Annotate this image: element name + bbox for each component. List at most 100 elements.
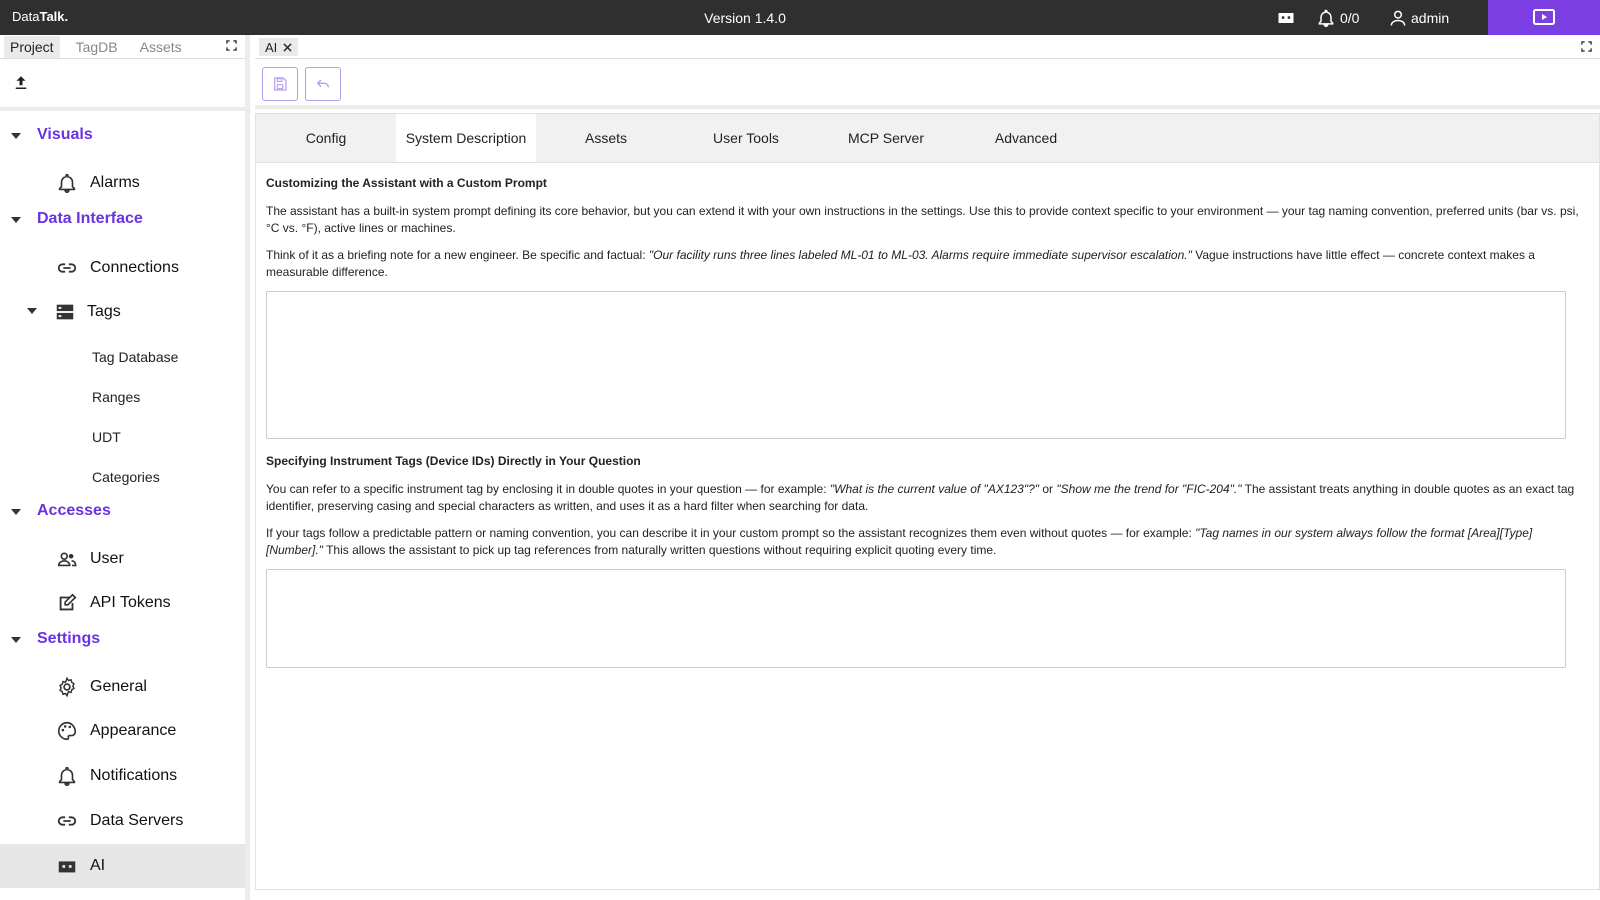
alarm-icon	[56, 765, 78, 787]
paragraph: The assistant has a built-in system prom…	[266, 204, 1579, 235]
sidebar-item-tags[interactable]: Tags	[0, 290, 245, 334]
alarms-indicator[interactable]: 0/0	[1316, 0, 1359, 35]
section-heading: Specifying Instrument Tags (Device IDs) …	[266, 454, 641, 468]
sidebar-tabs: Project TagDB Assets	[0, 35, 245, 59]
sidebar-item-label: Ranges	[92, 389, 141, 405]
user-icon	[1390, 10, 1406, 26]
sidebar-tab-assets[interactable]: Assets	[134, 36, 188, 58]
version-label: Version 1.4.0	[704, 10, 786, 26]
settings-tabs: Config System Description Assets User To…	[256, 114, 1599, 163]
sidebar-tab-project[interactable]: Project	[4, 35, 60, 58]
paragraph: You can refer to a specific instrument t…	[266, 481, 1589, 515]
tab-assets[interactable]: Assets	[536, 114, 676, 162]
sidebar-item-label: AI	[90, 857, 106, 874]
tag-pattern-textarea[interactable]	[266, 569, 1566, 668]
sidebar-item-general[interactable]: General	[0, 665, 245, 709]
sidebar-item-label: Notifications	[90, 767, 178, 784]
tab-advanced[interactable]: Advanced	[956, 114, 1096, 162]
user-menu[interactable]: admin	[1388, 0, 1449, 35]
section-settings[interactable]: Settings	[0, 625, 245, 655]
sidebar-item-ai[interactable]: AI	[0, 844, 245, 888]
sidebar-item-label: Tag Database	[92, 349, 179, 365]
example-quote: "What is the current value of "AX123"?"	[829, 482, 1040, 496]
sidebar-item-label: User	[90, 550, 124, 567]
link-icon	[56, 810, 78, 832]
palette-icon	[56, 720, 78, 742]
text: or	[1039, 482, 1057, 496]
sidebar-item-label: Alarms	[90, 174, 140, 191]
sidebar-item-label: Connections	[90, 259, 179, 276]
gear-icon	[56, 676, 78, 698]
doc-tab-ai[interactable]: AI	[259, 38, 299, 56]
sidebar-item-udt[interactable]: UDT	[0, 417, 245, 457]
section-accesses[interactable]: Accesses	[0, 497, 245, 527]
caret-down-icon	[11, 217, 21, 223]
section-heading: Customizing the Assistant with a Custom …	[266, 176, 547, 190]
sidebar-item-label: Appearance	[90, 722, 177, 739]
sidebar-item-label: Tags	[87, 303, 121, 320]
undo-button[interactable]	[305, 67, 341, 101]
sidebar-item-ranges[interactable]: Ranges	[0, 377, 245, 417]
edit-note-icon	[56, 592, 78, 614]
caret-down-icon	[11, 509, 21, 515]
sidebar-item-appearance[interactable]: Appearance	[0, 709, 245, 753]
sidebar-item-categories[interactable]: Categories	[0, 457, 245, 497]
sidebar-item-tag-database[interactable]: Tag Database	[0, 337, 245, 377]
text: You can refer to a specific instrument t…	[266, 482, 830, 496]
tab-mcp-server[interactable]: MCP Server	[816, 114, 956, 162]
alarm-icon	[56, 172, 78, 194]
editor-toolbar	[255, 59, 1600, 109]
present-button[interactable]	[1488, 0, 1600, 35]
text: This allows the assistant to pick up tag…	[322, 543, 997, 557]
sidebar: Project TagDB Assets Visuals Alarms Data…	[0, 35, 250, 900]
sidebar-item-label: UDT	[92, 429, 121, 445]
section-visuals[interactable]: Visuals	[0, 121, 245, 151]
group-icon	[56, 548, 78, 570]
sidebar-item-user[interactable]: User	[0, 537, 245, 581]
expand-icon[interactable]	[1581, 41, 1592, 52]
tab-system-description[interactable]: System Description	[396, 114, 536, 162]
sidebar-item-api-tokens[interactable]: API Tokens	[0, 581, 245, 625]
sidebar-item-data-servers[interactable]: Data Servers	[0, 799, 245, 843]
alarm-count: 0/0	[1340, 9, 1360, 26]
top-bar: DataTalk. Version 1.4.0 0/0 admin	[0, 0, 1600, 35]
robot-icon	[56, 855, 78, 877]
tab-config[interactable]: Config	[256, 114, 396, 162]
section-data-interface[interactable]: Data Interface	[0, 205, 245, 235]
system-description-content: Customizing the Assistant with a Custom …	[256, 163, 1599, 668]
paragraph: If your tags follow a predictable patter…	[266, 525, 1589, 559]
user-name: admin	[1411, 9, 1450, 26]
text: Think of it as a briefing note for a new…	[266, 248, 649, 262]
example-quote: "Our facility runs three lines labeled M…	[648, 248, 1192, 262]
caret-down-icon	[11, 637, 21, 643]
ai-chat-button[interactable]	[1276, 0, 1296, 35]
save-button[interactable]	[262, 67, 298, 101]
section-label: Data Interface	[37, 210, 143, 227]
undo-icon	[316, 79, 329, 88]
storage-icon	[54, 301, 76, 323]
caret-down-icon	[27, 308, 37, 314]
doc-tab-label: AI	[265, 39, 278, 55]
text: If your tags follow a predictable patter…	[266, 526, 1196, 540]
tab-user-tools[interactable]: User Tools	[676, 114, 816, 162]
sidebar-item-alarms[interactable]: Alarms	[0, 161, 245, 205]
close-icon[interactable]	[283, 42, 292, 52]
section-label: Settings	[37, 630, 101, 647]
sidebar-item-label: Data Servers	[90, 812, 184, 829]
section-label: Accesses	[37, 502, 111, 519]
play-screen-icon	[1533, 8, 1555, 25]
sidebar-item-notifications[interactable]: Notifications	[0, 754, 245, 798]
alarm-bell-icon	[1318, 9, 1334, 27]
sidebar-item-label: General	[90, 678, 147, 695]
section-label: Visuals	[37, 126, 93, 143]
document-tabs: AI	[255, 35, 1600, 59]
paragraph: Think of it as a briefing note for a new…	[266, 247, 1589, 281]
upload-icon[interactable]	[12, 74, 30, 92]
link-icon	[56, 257, 78, 279]
custom-prompt-textarea[interactable]	[266, 291, 1566, 439]
sidebar-item-connections[interactable]: Connections	[0, 246, 245, 290]
sidebar-item-label: Categories	[92, 469, 160, 485]
upload-toolbar	[0, 59, 245, 111]
sidebar-tab-tagdb[interactable]: TagDB	[70, 36, 124, 58]
expand-icon[interactable]	[226, 40, 237, 51]
